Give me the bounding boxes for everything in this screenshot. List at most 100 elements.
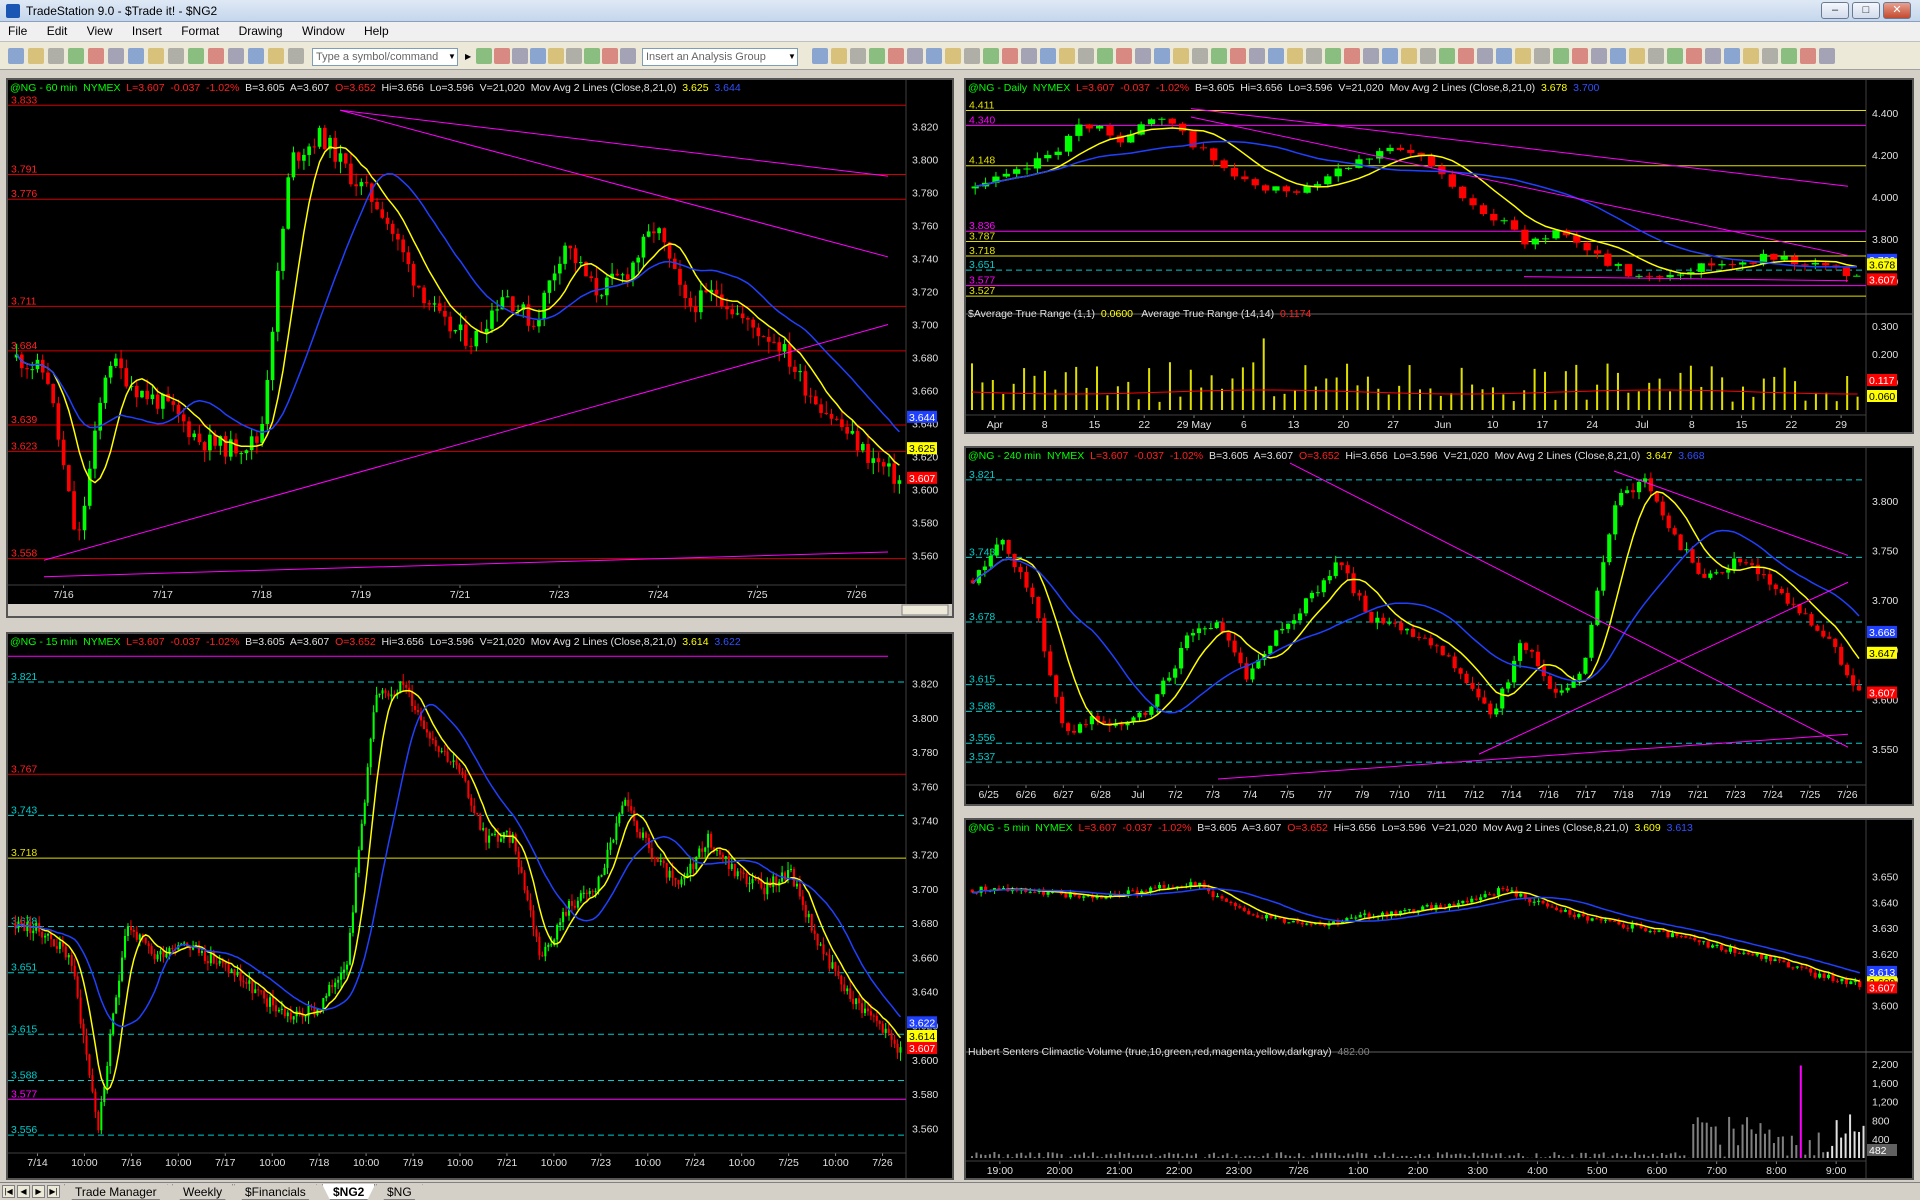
toolbar-button-icon[interactable]	[1572, 48, 1588, 64]
toolbar-button-icon[interactable]	[1515, 48, 1531, 64]
next-tab-icon[interactable]: ▶	[32, 1185, 45, 1198]
toolbar-button-icon[interactable]	[1268, 48, 1284, 64]
toolbar-button-icon[interactable]	[1781, 48, 1797, 64]
tab-ng2[interactable]: $NG2	[322, 1184, 375, 1200]
toolbar-button-icon[interactable]	[1667, 48, 1683, 64]
chart-panel-60min[interactable]: @NG - 60 min NYMEX L=3.607 -0.037 -1.02%…	[6, 78, 954, 618]
toolbar-button-icon[interactable]	[1173, 48, 1189, 64]
toolbar-button-icon[interactable]	[1097, 48, 1113, 64]
toolbar-button-icon[interactable]	[1724, 48, 1740, 64]
menu-edit[interactable]: Edit	[39, 22, 76, 38]
price-chart[interactable]: 4.4114.3404.1483.8363.7873.7183.6513.577…	[966, 80, 1912, 432]
toolbar-button-icon[interactable]	[1344, 48, 1360, 64]
toolbar-button-icon[interactable]	[584, 48, 600, 64]
toolbar-button-icon[interactable]	[476, 48, 492, 64]
toolbar-button-icon[interactable]	[850, 48, 866, 64]
toolbar-button-icon[interactable]	[888, 48, 904, 64]
toolbar-button-icon[interactable]	[512, 48, 528, 64]
toolbar-button-icon[interactable]	[1553, 48, 1569, 64]
toolbar-button-icon[interactable]	[1610, 48, 1626, 64]
toolbar-button-icon[interactable]	[620, 48, 636, 64]
toolbar-button-icon[interactable]	[1192, 48, 1208, 64]
toolbar-button-icon[interactable]	[1249, 48, 1265, 64]
toolbar-button-icon[interactable]	[907, 48, 923, 64]
toolbar-button-icon[interactable]	[530, 48, 546, 64]
toolbar-button-icon[interactable]	[1382, 48, 1398, 64]
toolbar-button-icon[interactable]	[1306, 48, 1322, 64]
menu-window[interactable]: Window	[294, 22, 353, 38]
toolbar-button-icon[interactable]	[1154, 48, 1170, 64]
toolbar-button-icon[interactable]	[926, 48, 942, 64]
toolbar-button-icon[interactable]	[1686, 48, 1702, 64]
toolbar-button-icon[interactable]	[268, 48, 284, 64]
toolbar-button-icon[interactable]	[108, 48, 124, 64]
toolbar-button-icon[interactable]	[1458, 48, 1474, 64]
price-chart[interactable]: 3.6503.6403.6303.6203.6103.60019:0020:00…	[966, 820, 1912, 1178]
toolbar-button-icon[interactable]	[1420, 48, 1436, 64]
price-chart[interactable]: 3.833 3.791 3.776 3.711 3.684 3.639 3.623 3.558…	[8, 80, 952, 616]
symbol-input[interactable]: Type a symbol/command	[312, 48, 458, 66]
toolbar-button-icon[interactable]	[168, 48, 184, 64]
toolbar-button-icon[interactable]	[1743, 48, 1759, 64]
toolbar-button-icon[interactable]	[8, 48, 24, 64]
maximize-button[interactable]: □	[1852, 2, 1880, 19]
toolbar-button-icon[interactable]	[1705, 48, 1721, 64]
symbol-dropdown-icon[interactable]: ▼	[448, 52, 456, 61]
toolbar-button-icon[interactable]	[1648, 48, 1664, 64]
tab-ng[interactable]: $NG	[376, 1184, 423, 1200]
toolbar-button-icon[interactable]	[1439, 48, 1455, 64]
price-chart[interactable]: 3.8213.7433.6783.6153.5883.5563.5373.800…	[966, 448, 1912, 804]
prev-tab-icon[interactable]: ◀	[17, 1185, 30, 1198]
chart-panel-15min[interactable]: @NG - 15 min NYMEX L=3.607 -0.037 -1.02%…	[6, 632, 954, 1180]
tab-weekly[interactable]: Weekly	[172, 1184, 233, 1200]
toolbar-button-icon[interactable]	[128, 48, 144, 64]
toolbar-button-icon[interactable]	[1401, 48, 1417, 64]
menu-insert[interactable]: Insert	[124, 22, 170, 38]
toolbar-button-icon[interactable]	[494, 48, 510, 64]
toolbar-button-icon[interactable]	[1135, 48, 1151, 64]
toolbar-button-icon[interactable]	[1819, 48, 1835, 64]
go-icon[interactable]: ▶	[465, 52, 471, 61]
toolbar-button-icon[interactable]	[28, 48, 44, 64]
menu-file[interactable]: File	[0, 22, 35, 38]
toolbar-button-icon[interactable]	[88, 48, 104, 64]
minimize-button[interactable]: –	[1821, 2, 1849, 19]
toolbar-button-icon[interactable]	[566, 48, 582, 64]
menu-view[interactable]: View	[79, 22, 121, 38]
toolbar-button-icon[interactable]	[228, 48, 244, 64]
toolbar-button-icon[interactable]	[1762, 48, 1778, 64]
toolbar-button-icon[interactable]	[983, 48, 999, 64]
last-tab-icon[interactable]: ▶|	[47, 1185, 60, 1198]
toolbar-button-icon[interactable]	[148, 48, 164, 64]
menu-help[interactable]: Help	[356, 22, 397, 38]
first-tab-icon[interactable]: |◀	[2, 1185, 15, 1198]
toolbar-button-icon[interactable]	[1078, 48, 1094, 64]
toolbar-button-icon[interactable]	[248, 48, 264, 64]
toolbar-button-icon[interactable]	[68, 48, 84, 64]
toolbar-button-icon[interactable]	[1230, 48, 1246, 64]
toolbar-button-icon[interactable]	[831, 48, 847, 64]
toolbar-button-icon[interactable]	[1040, 48, 1056, 64]
toolbar-button-icon[interactable]	[602, 48, 618, 64]
toolbar-button-icon[interactable]	[1002, 48, 1018, 64]
toolbar-button-icon[interactable]	[869, 48, 885, 64]
menu-drawing[interactable]: Drawing	[231, 22, 291, 38]
toolbar-button-icon[interactable]	[1325, 48, 1341, 64]
toolbar-button-icon[interactable]	[1059, 48, 1075, 64]
toolbar-button-icon[interactable]	[812, 48, 828, 64]
toolbar-button-icon[interactable]	[1800, 48, 1816, 64]
toolbar-button-icon[interactable]	[1116, 48, 1132, 64]
toolbar-button-icon[interactable]	[48, 48, 64, 64]
toolbar-button-icon[interactable]	[548, 48, 564, 64]
chart-panel-240min[interactable]: @NG - 240 min NYMEX L=3.607 -0.037 -1.02…	[964, 446, 1914, 806]
chart-panel-daily[interactable]: @NG - Daily NYMEX L=3.607 -0.037 -1.02% …	[964, 78, 1914, 434]
toolbar-button-icon[interactable]	[964, 48, 980, 64]
tab-trade-manager[interactable]: Trade Manager	[64, 1184, 168, 1200]
analysis-group-select[interactable]: Insert an Analysis Group	[642, 48, 798, 66]
toolbar-button-icon[interactable]	[1363, 48, 1379, 64]
toolbar-button-icon[interactable]	[1591, 48, 1607, 64]
toolbar-button-icon[interactable]	[945, 48, 961, 64]
toolbar-button-icon[interactable]	[208, 48, 224, 64]
tab-financials[interactable]: $Financials	[234, 1184, 317, 1200]
menu-format[interactable]: Format	[173, 22, 227, 38]
